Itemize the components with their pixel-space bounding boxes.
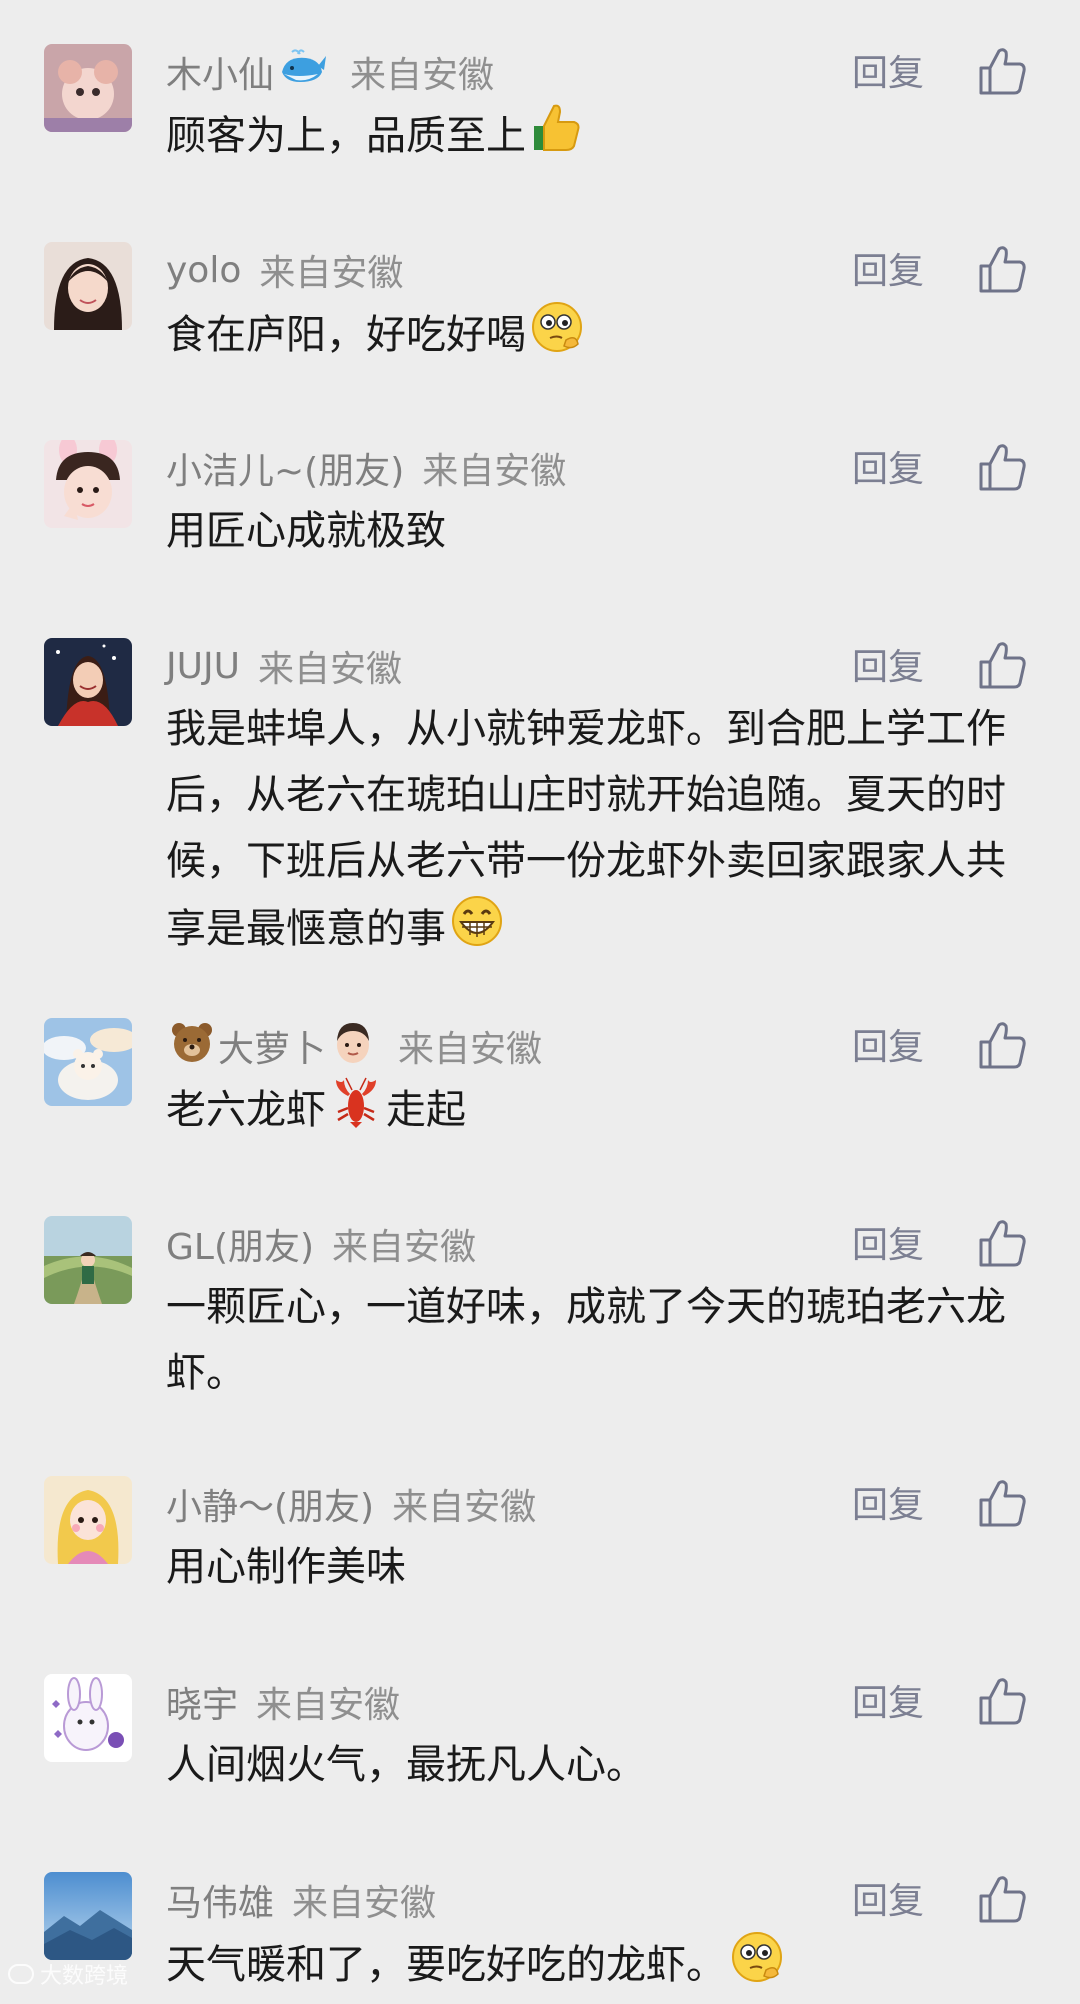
comment-meta: 晓宇 来自安徽: [166, 1678, 400, 1726]
reply-button[interactable]: 回复: [852, 644, 924, 692]
avatar[interactable]: [44, 1872, 132, 1960]
like-button[interactable]: [978, 1218, 1026, 1268]
comment-text: 顾客为上，品质至上: [166, 102, 1006, 174]
thumbs-up-icon: [979, 1678, 1026, 1725]
thumbs-up-icon: [979, 246, 1026, 293]
comment-meta: JUJU 来自安徽: [166, 642, 402, 691]
avatar[interactable]: [44, 44, 132, 132]
watermark-text: 大数跨境: [40, 1964, 129, 1989]
smirk-face-icon: [730, 1930, 784, 2004]
reply-button[interactable]: 回复: [852, 446, 924, 494]
like-button[interactable]: [978, 244, 1026, 294]
location-label: 来自安徽: [259, 253, 404, 294]
user-name[interactable]: GL(朋友): [166, 1218, 314, 1270]
comment-body: 一颗匠心，一道好味，成就了今天的琥珀老六龙虾。: [166, 1284, 1006, 1396]
location-label: 来自安徽: [398, 1029, 543, 1070]
comment-body: 天气暖和了，要吃好吃的龙虾。: [166, 1942, 726, 1988]
thumbs-up-icon: [530, 102, 582, 174]
comment-body: 用心制作美味: [166, 1544, 406, 1590]
comment-body-start: 老六龙虾: [166, 1087, 326, 1133]
reply-button[interactable]: 回复: [852, 50, 924, 98]
avatar[interactable]: [44, 1018, 132, 1106]
grin-face-icon: [450, 894, 504, 968]
thumbs-up-icon: [979, 1876, 1026, 1923]
comment-body: 人间烟火气，最抚凡人心。: [166, 1742, 646, 1788]
boy-face-icon: [330, 1019, 376, 1074]
location-label: 来自安徽: [422, 451, 567, 492]
user-name[interactable]: 木小仙: [166, 46, 274, 98]
comment-text: 我是蚌埠人，从小就钟爱龙虾。到合肥上学工作后，从老六在琥珀山庄时就开始追随。夏天…: [166, 696, 1006, 968]
location-label: 来自安徽: [332, 1227, 477, 1268]
comment-text: 天气暖和了，要吃好吃的龙虾。: [166, 1930, 1006, 2004]
comment-meta: 大萝卜 来自安徽: [166, 1022, 542, 1070]
reply-button[interactable]: 回复: [852, 248, 924, 296]
avatar[interactable]: [44, 440, 132, 528]
like-button[interactable]: [978, 1874, 1026, 1924]
like-button[interactable]: [978, 1676, 1026, 1726]
user-name[interactable]: JUJU: [166, 646, 240, 687]
comment-text: 一颗匠心，一道好味，成就了今天的琥珀老六龙虾。: [166, 1274, 1006, 1406]
reply-button[interactable]: 回复: [852, 1878, 924, 1926]
location-label: 来自安徽: [292, 1883, 437, 1924]
comment-meta: 马伟雄 来自安徽: [166, 1876, 436, 1924]
like-button[interactable]: [978, 640, 1026, 690]
location-label: 来自安徽: [257, 649, 402, 690]
location-label: 来自安徽: [350, 55, 495, 96]
location-label: 来自安徽: [392, 1487, 537, 1528]
comment-meta: yolo 来自安徽: [166, 246, 404, 295]
thumbs-up-icon: [979, 48, 1026, 95]
thumbs-up-icon: [979, 444, 1026, 491]
reply-button[interactable]: 回复: [852, 1222, 924, 1270]
reply-button[interactable]: 回复: [852, 1680, 924, 1728]
user-name[interactable]: 大萝卜: [218, 1020, 326, 1072]
comment-body: 用匠心成就极致: [166, 508, 446, 554]
comment-text: 用心制作美味: [166, 1534, 1006, 1600]
reply-button[interactable]: 回复: [852, 1024, 924, 1072]
watermark-logo-icon: [8, 1964, 34, 1984]
reply-button[interactable]: 回复: [852, 1482, 924, 1530]
thumbs-up-icon: [979, 642, 1026, 689]
user-name[interactable]: 小静～(朋友): [166, 1478, 374, 1530]
comment-meta: 小静～(朋友) 来自安徽: [166, 1480, 536, 1528]
bear-icon: [170, 1021, 214, 1072]
comment-body: 食在庐阳，好吃好喝: [166, 312, 526, 358]
like-button[interactable]: [978, 442, 1026, 492]
user-name[interactable]: yolo: [166, 250, 241, 291]
thumbs-up-icon: [979, 1480, 1026, 1527]
whale-icon: [278, 48, 328, 97]
avatar[interactable]: [44, 638, 132, 726]
like-button[interactable]: [978, 46, 1026, 96]
avatar[interactable]: [44, 1476, 132, 1564]
comment-body-end: 走起: [386, 1087, 466, 1133]
user-name[interactable]: 马伟雄: [166, 1874, 274, 1926]
comment-body: 顾客为上，品质至上: [166, 113, 526, 159]
like-button[interactable]: [978, 1020, 1026, 1070]
lobster-icon: [330, 1076, 382, 1148]
thumbs-up-icon: [979, 1220, 1026, 1267]
comment-body: 我是蚌埠人，从小就钟爱龙虾。到合肥上学工作后，从老六在琥珀山庄时就开始追随。夏天…: [166, 706, 1006, 952]
location-label: 来自安徽: [256, 1685, 401, 1726]
thumbs-up-icon: [979, 1022, 1026, 1069]
avatar[interactable]: [44, 1216, 132, 1304]
comment-meta: 小洁儿~(朋友) 来自安徽: [166, 444, 566, 492]
comment-meta: 木小仙 来自安徽: [166, 48, 494, 96]
watermark: 大数跨境: [8, 1958, 128, 1990]
comment-meta: GL(朋友) 来自安徽: [166, 1220, 476, 1268]
user-name[interactable]: 小洁儿~(朋友): [166, 442, 404, 494]
avatar[interactable]: [44, 1674, 132, 1762]
user-name[interactable]: 晓宇: [166, 1676, 238, 1728]
like-button[interactable]: [978, 1478, 1026, 1528]
avatar[interactable]: [44, 242, 132, 330]
comment-text: 老六龙虾 走起: [166, 1076, 1006, 1148]
comment-text: 人间烟火气，最抚凡人心。: [166, 1732, 1006, 1798]
comment-text: 用匠心成就极致: [166, 498, 1006, 564]
smirk-face-icon: [530, 300, 584, 374]
comment-text: 食在庐阳，好吃好喝: [166, 300, 1006, 374]
